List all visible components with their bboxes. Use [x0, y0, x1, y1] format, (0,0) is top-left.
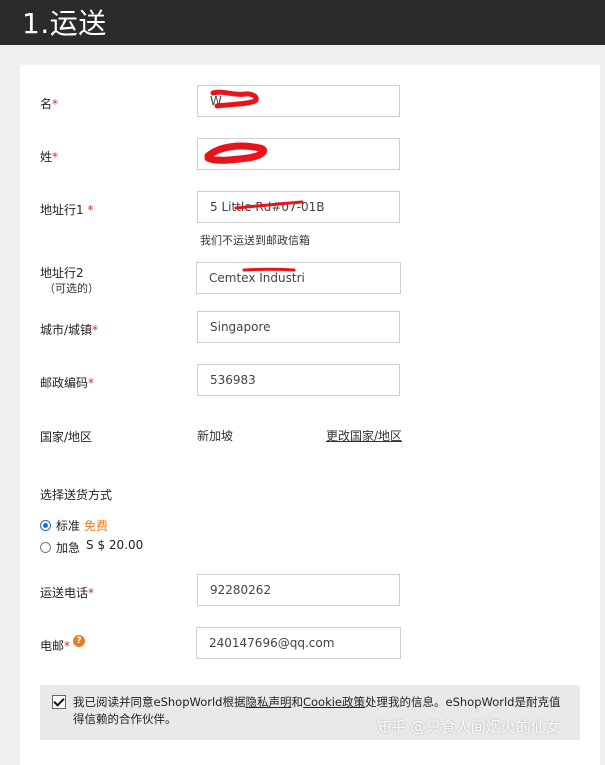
- address2-optional-note: （可选的）: [44, 282, 99, 295]
- postal-code-label: 邮政编码*: [40, 376, 95, 390]
- country-value: 新加坡: [197, 429, 234, 443]
- consent-checkbox[interactable]: [52, 695, 66, 709]
- question-icon[interactable]: ?: [73, 635, 85, 647]
- address1-label: 地址行1 *: [40, 203, 94, 217]
- express-label: 加急: [56, 541, 81, 555]
- last-name-field[interactable]: [197, 138, 400, 170]
- radio-express[interactable]: [40, 542, 51, 553]
- last-name-label: 姓*: [40, 150, 59, 164]
- phone-label: 运送电话*: [40, 586, 95, 600]
- phone-field[interactable]: [197, 574, 400, 606]
- email-field[interactable]: [196, 627, 401, 659]
- first-name-label: 名*: [40, 97, 59, 111]
- privacy-link[interactable]: 隐私声明: [245, 695, 291, 709]
- address1-field[interactable]: [197, 191, 400, 223]
- email-input[interactable]: [197, 628, 400, 658]
- address1-input[interactable]: [198, 192, 399, 222]
- cookie-link[interactable]: Cookie政策: [303, 695, 365, 709]
- postal-code-input[interactable]: [198, 365, 399, 395]
- section-title: 1.运送: [22, 7, 107, 40]
- city-label: 城市/城镇*: [40, 323, 99, 337]
- last-name-input[interactable]: [198, 139, 399, 169]
- change-country-link[interactable]: 更改国家/地区: [326, 427, 402, 444]
- address2-label: 地址行2: [40, 266, 84, 280]
- express-price: S $ 20.00: [86, 537, 144, 552]
- address2-field[interactable]: [196, 262, 401, 294]
- standard-label: 标准: [56, 519, 81, 533]
- shipping-form-card: [20, 65, 600, 765]
- city-field[interactable]: [197, 311, 400, 343]
- first-name-field[interactable]: [197, 85, 400, 117]
- shipping-option-standard[interactable]: 标准 免费: [40, 517, 108, 534]
- radio-standard[interactable]: [40, 520, 51, 531]
- shipping-method-title: 选择送货方式: [40, 488, 113, 502]
- country-label: 国家/地区: [40, 430, 93, 444]
- address2-input[interactable]: [197, 263, 400, 293]
- shipping-option-express[interactable]: 加急 S $ 20.00: [40, 537, 144, 556]
- watermark: 知乎 @只食人间烟火的仙女: [376, 718, 561, 736]
- page-header: 1.运送: [0, 0, 605, 45]
- phone-input[interactable]: [198, 575, 399, 605]
- city-input[interactable]: [198, 312, 399, 342]
- address-hint: 我们不运送到邮政信箱: [200, 234, 310, 247]
- first-name-input[interactable]: [198, 86, 399, 116]
- postal-code-field[interactable]: [197, 364, 400, 396]
- standard-price: 免费: [84, 519, 109, 533]
- email-label: 电邮*: [40, 639, 71, 653]
